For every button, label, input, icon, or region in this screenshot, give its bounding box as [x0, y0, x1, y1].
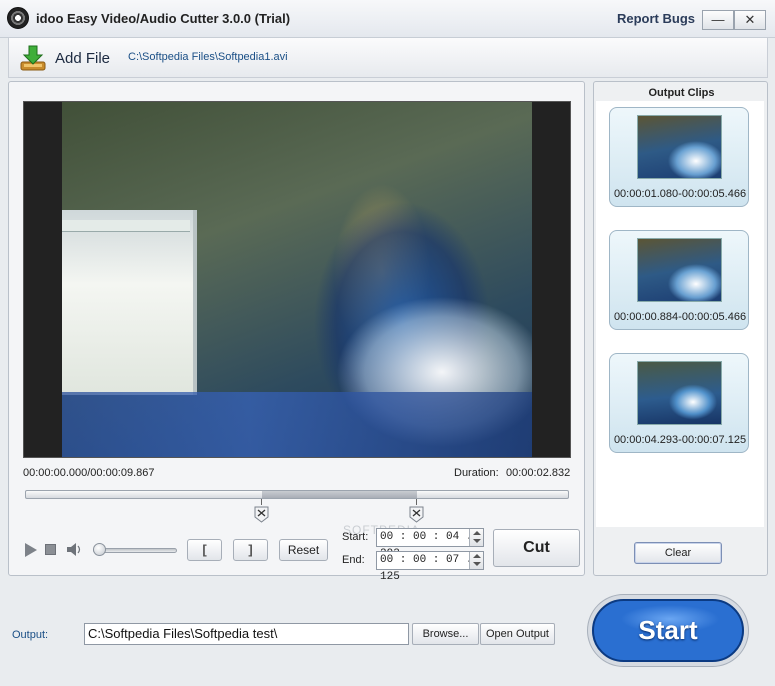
position-time: 00:00:00.000/00:00:09.867	[23, 467, 155, 479]
clip-thumbnail	[637, 115, 722, 179]
add-file-button[interactable]: Add File	[19, 42, 119, 72]
speaker-icon[interactable]	[67, 543, 82, 556]
report-bugs-link[interactable]: Report Bugs	[617, 11, 695, 26]
output-label: Output:	[12, 629, 49, 641]
clear-button[interactable]: Clear	[634, 542, 722, 564]
add-file-label: Add File	[55, 50, 111, 67]
start-time-label: Start:	[342, 531, 369, 543]
end-marker-handle[interactable]	[409, 499, 424, 523]
spin-up-icon[interactable]	[473, 554, 481, 558]
spin-down-icon[interactable]	[473, 539, 481, 543]
volume-slider-thumb[interactable]	[93, 543, 106, 556]
duration-value: 00:00:02.832	[506, 467, 571, 479]
close-button[interactable]: ✕	[734, 10, 766, 30]
end-time-spinner[interactable]	[469, 552, 483, 569]
reset-button[interactable]: Reset	[279, 539, 328, 561]
set-start-button[interactable]: [	[187, 539, 222, 561]
output-clips-panel: Output Clips 00:00:01.080-00:00:05.466 0…	[593, 81, 768, 576]
clip-item[interactable]: 00:00:01.080-00:00:05.466	[609, 107, 749, 207]
set-end-button[interactable]: ]	[233, 539, 268, 561]
start-time-spinner[interactable]	[469, 529, 483, 546]
open-output-button[interactable]: Open Output	[480, 623, 555, 645]
window-title: idoo Easy Video/Audio Cutter 3.0.0 (Tria…	[36, 11, 291, 26]
player-panel: 00:00:00.000/00:00:09.867 Duration: 00:0…	[8, 81, 585, 583]
spin-down-icon[interactable]	[473, 562, 481, 566]
film-reel-icon	[7, 7, 29, 29]
frame-window-shape	[62, 210, 197, 395]
end-time-value: 00 : 00 : 07 . 125	[380, 554, 473, 583]
minimize-button[interactable]: —	[702, 10, 734, 30]
end-time-label: End:	[342, 554, 365, 566]
frame-bottom-shape	[62, 392, 532, 457]
play-icon[interactable]	[24, 543, 38, 557]
end-time-input[interactable]: 00 : 00 : 07 . 125	[376, 551, 484, 583]
clip-item[interactable]: 00:00:00.884-00:00:05.466	[609, 230, 749, 330]
clips-list: 00:00:01.080-00:00:05.466 00:00:00.884-0…	[596, 101, 764, 527]
source-file-path: C:\Softpedia Files\Softpedia1.avi	[128, 51, 288, 63]
spin-up-icon[interactable]	[473, 531, 481, 535]
cut-button[interactable]: Cut	[493, 529, 580, 567]
timeline-selection	[261, 491, 418, 498]
frame-window-bar	[62, 220, 190, 232]
browse-button[interactable]: Browse...	[412, 623, 479, 645]
clip-thumbnail	[637, 361, 722, 425]
clip-time-range: 00:00:04.293-00:00:07.125	[613, 434, 747, 446]
download-arrow-icon	[20, 45, 46, 71]
output-clips-title: Output Clips	[648, 87, 715, 99]
clip-time-range: 00:00:00.884-00:00:05.466	[613, 311, 747, 323]
timeline-track[interactable]	[25, 490, 569, 499]
toolbar: Add File C:\Softpedia Files\Softpedia1.a…	[8, 38, 768, 78]
title-bar: idoo Easy Video/Audio Cutter 3.0.0 (Tria…	[0, 0, 775, 38]
output-path-input[interactable]: C:\Softpedia Files\Softpedia test\	[84, 623, 409, 645]
clip-thumbnail	[637, 238, 722, 302]
start-button[interactable]: Start	[592, 599, 744, 662]
start-marker-handle[interactable]	[254, 499, 269, 523]
video-frame	[62, 102, 532, 457]
start-time-input[interactable]: 00 : 00 : 04 . 293	[376, 528, 484, 560]
clip-item[interactable]: 00:00:04.293-00:00:07.125	[609, 353, 749, 453]
clip-time-range: 00:00:01.080-00:00:05.466	[613, 188, 747, 200]
duration-label: Duration:	[454, 467, 499, 479]
video-preview[interactable]	[23, 101, 571, 458]
stop-icon[interactable]	[45, 544, 56, 555]
